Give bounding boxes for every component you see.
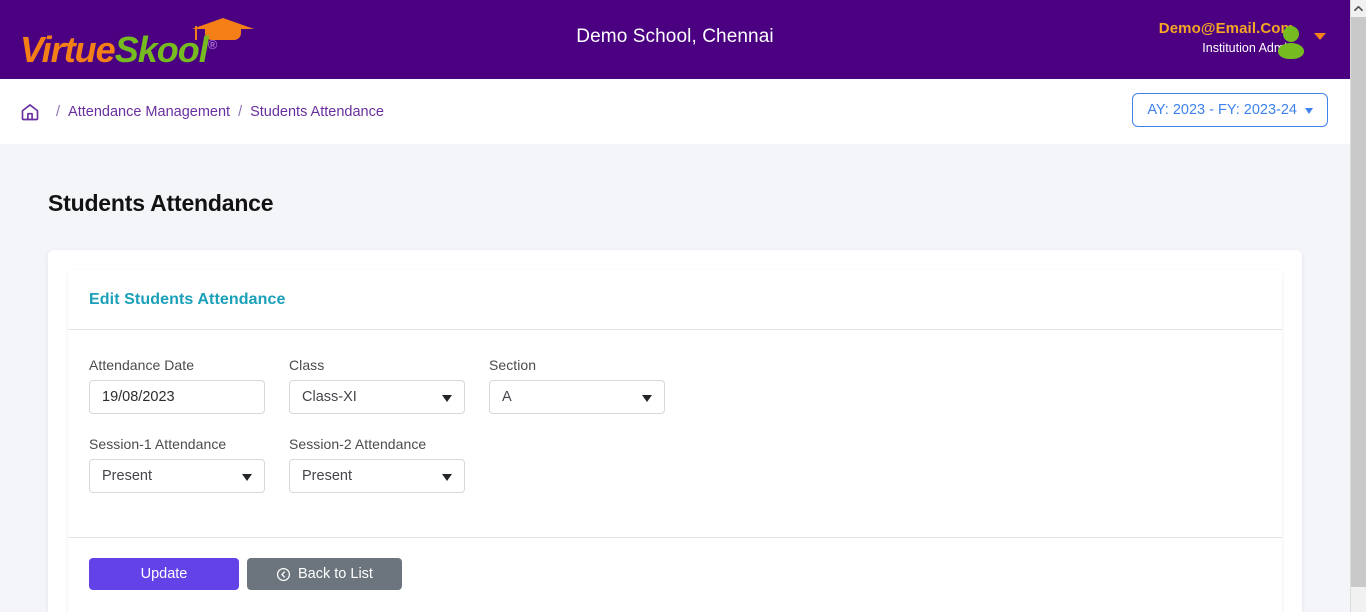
chevron-down-icon[interactable] bbox=[1314, 33, 1326, 40]
class-select[interactable]: Class-XI bbox=[289, 380, 465, 414]
class-select-value: Class-XI bbox=[302, 389, 357, 405]
page-scrollbar[interactable] bbox=[1350, 0, 1366, 612]
field-attendance-date: Attendance Date bbox=[89, 357, 265, 414]
scrollbar-thumb[interactable] bbox=[1351, 17, 1366, 587]
session-2-attendance-value: Present bbox=[302, 468, 352, 484]
update-button[interactable]: Update bbox=[89, 558, 239, 590]
edit-attendance-card: Edit Students Attendance Attendance Date… bbox=[68, 270, 1282, 612]
field-label-session-2: Session-2 Attendance bbox=[289, 436, 427, 452]
session-1-attendance-value: Present bbox=[102, 468, 152, 484]
field-label-attendance-date: Attendance Date bbox=[89, 357, 195, 373]
field-class: Class Class-XI bbox=[289, 357, 465, 414]
main-content: Students Attendance Edit Students Attend… bbox=[0, 144, 1350, 612]
school-title: Demo School, Chennai bbox=[576, 26, 774, 47]
card-footer: Update Back to List bbox=[68, 537, 1282, 610]
chevron-down-icon bbox=[642, 395, 652, 402]
session-1-attendance-select[interactable]: Present bbox=[89, 459, 265, 493]
breadcrumb-bar: / Attendance Management / Students Atten… bbox=[0, 79, 1350, 144]
chevron-down-icon bbox=[242, 474, 252, 481]
breadcrumb: / Attendance Management / Students Atten… bbox=[20, 102, 384, 122]
chevron-down-icon bbox=[442, 395, 452, 402]
section-select-value: A bbox=[502, 389, 512, 405]
back-to-list-button[interactable]: Back to List bbox=[247, 558, 402, 590]
card-body: Attendance Date Class Class-XI Section bbox=[68, 330, 1282, 537]
chevron-down-icon bbox=[1305, 107, 1313, 114]
user-info[interactable]: Demo@Email.Com Institution Admin bbox=[1159, 20, 1294, 56]
form-row-1: Attendance Date Class Class-XI Section bbox=[89, 357, 1261, 414]
card-title: Edit Students Attendance bbox=[89, 290, 286, 308]
field-session-1-attendance: Session-1 Attendance Present bbox=[89, 436, 265, 493]
app-root: VirtueSkool® Demo School, Chennai Demo@E… bbox=[0, 0, 1366, 612]
card-header: Edit Students Attendance bbox=[68, 270, 1282, 330]
breadcrumb-separator-2: / bbox=[238, 103, 243, 120]
academic-year-label: AY: 2023 - FY: 2023-24 bbox=[1147, 102, 1297, 118]
chevron-down-icon bbox=[442, 474, 452, 481]
page-title: Students Attendance bbox=[48, 190, 274, 216]
breadcrumb-item-attendance-management[interactable]: Attendance Management bbox=[68, 104, 230, 120]
attendance-date-input[interactable] bbox=[89, 380, 265, 414]
field-session-2-attendance: Session-2 Attendance Present bbox=[289, 436, 465, 493]
field-section: Section A bbox=[489, 357, 665, 414]
user-email: Demo@Email.Com bbox=[1158, 20, 1294, 37]
user-role: Institution Admin bbox=[1202, 40, 1294, 55]
home-icon[interactable] bbox=[20, 102, 48, 122]
section-select[interactable]: A bbox=[489, 380, 665, 414]
top-header-bar: VirtueSkool® Demo School, Chennai Demo@E… bbox=[0, 0, 1350, 79]
field-label-section: Section bbox=[489, 357, 537, 373]
user-avatar-icon[interactable] bbox=[1278, 26, 1304, 59]
field-label-session-1: Session-1 Attendance bbox=[89, 436, 227, 452]
breadcrumb-separator-1: / bbox=[56, 103, 61, 120]
academic-year-selector[interactable]: AY: 2023 - FY: 2023-24 bbox=[1132, 93, 1328, 127]
avatar-head bbox=[1283, 26, 1299, 42]
breadcrumb-item-students-attendance[interactable]: Students Attendance bbox=[250, 104, 384, 120]
session-2-attendance-select[interactable]: Present bbox=[289, 459, 465, 493]
field-label-class: Class bbox=[289, 357, 325, 373]
arrow-left-circle-icon bbox=[276, 567, 291, 582]
avatar-body bbox=[1278, 43, 1304, 59]
scroll-up-arrow-icon[interactable] bbox=[1351, 0, 1366, 17]
form-row-2: Session-1 Attendance Present Session-2 A… bbox=[89, 436, 1261, 493]
back-to-list-label: Back to List bbox=[298, 566, 373, 582]
outer-card-panel: Edit Students Attendance Attendance Date… bbox=[48, 250, 1302, 612]
